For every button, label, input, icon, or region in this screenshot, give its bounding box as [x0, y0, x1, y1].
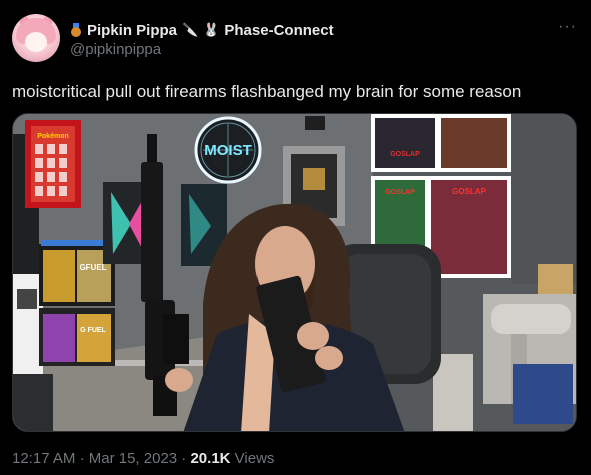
tweet-text: moistcritical pull out firearms flashban… — [12, 82, 522, 101]
author-handle[interactable]: @pipkinpippa — [70, 41, 161, 58]
avatar-face — [25, 32, 47, 52]
author-affiliation: Phase-Connect — [224, 21, 334, 39]
author-display-name[interactable]: Pipkin Pippa — [87, 22, 177, 39]
poster-text-1: GFUEL — [79, 263, 106, 272]
bunny-icon: 🐰 — [203, 22, 220, 37]
room-photo: Pokémon GFUEL G FUEL MOIST GOSLAP GOSLAP… — [13, 114, 576, 431]
views-count[interactable]: 20.1K — [190, 450, 230, 467]
tweet-media-image[interactable]: Pokémon GFUEL G FUEL MOIST GOSLAP GOSLAP… — [12, 113, 577, 432]
meta-separator: · — [79, 450, 85, 467]
views-label: Views — [234, 450, 275, 467]
meta-separator: · — [181, 450, 187, 467]
knife-icon: 🔪 — [182, 22, 199, 37]
avatar[interactable] — [12, 14, 60, 62]
comic-label-1: GOSLAP — [390, 151, 420, 158]
more-options-icon[interactable]: ··· — [558, 18, 577, 36]
poster-text-2: G FUEL — [80, 327, 106, 334]
medal-icon — [70, 23, 82, 37]
comic-label-3: GOSLAP — [452, 187, 486, 196]
tweet-metadata: 12:17 AM · Mar 15, 2023 · 20.1K Views — [12, 450, 274, 467]
author-name-row[interactable]: Pipkin Pippa 🔪 🐰 Phase-Connect — [70, 20, 334, 40]
svg-text:Pokémon: Pokémon — [37, 133, 69, 140]
tweet-time[interactable]: 12:17 AM — [12, 450, 75, 467]
neon-sign-text: MOIST — [204, 142, 252, 159]
comic-label-2: GOSLAP — [385, 189, 415, 196]
tweet-date[interactable]: Mar 15, 2023 — [89, 450, 177, 467]
